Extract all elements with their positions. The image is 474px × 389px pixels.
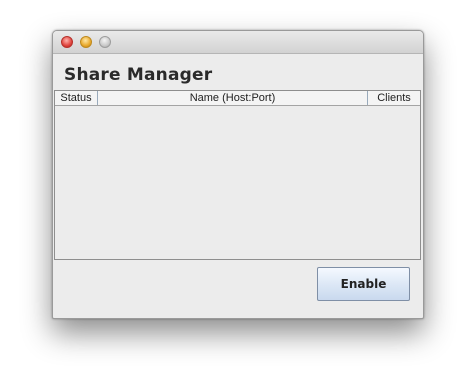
table-body[interactable] bbox=[55, 106, 420, 259]
shares-table[interactable]: Status Name (Host:Port) Clients bbox=[54, 90, 421, 260]
zoom-icon[interactable] bbox=[99, 36, 111, 48]
column-header-clients[interactable]: Clients bbox=[368, 91, 420, 105]
table-header: Status Name (Host:Port) Clients bbox=[55, 91, 420, 106]
column-header-status[interactable]: Status bbox=[55, 91, 98, 105]
minimize-icon[interactable] bbox=[80, 36, 92, 48]
page-title: Share Manager bbox=[64, 65, 213, 85]
column-header-name[interactable]: Name (Host:Port) bbox=[98, 91, 368, 105]
close-icon[interactable] bbox=[61, 36, 73, 48]
share-manager-window: Share Manager Status Name (Host:Port) Cl… bbox=[52, 30, 424, 319]
title-bar[interactable] bbox=[53, 31, 423, 54]
enable-button[interactable]: Enable bbox=[317, 267, 410, 301]
